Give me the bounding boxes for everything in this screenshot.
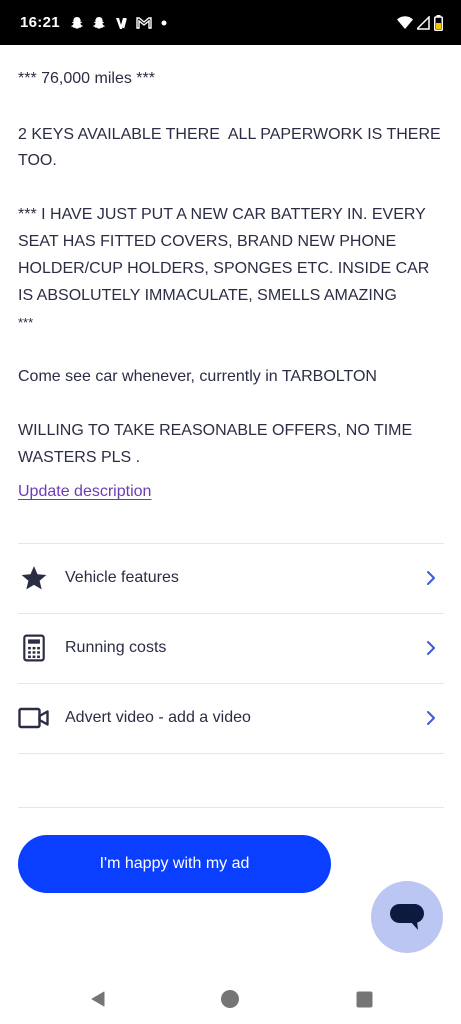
description-line: 2 KEYS AVAILABLE THERE ALL PAPERWORK IS …: [18, 126, 441, 143]
description-line: WASTERS PLS .: [18, 449, 141, 466]
description-line: TOO.: [18, 152, 57, 169]
description-line: ***: [18, 315, 34, 330]
wifi-icon: [397, 15, 413, 29]
back-icon: [91, 991, 105, 1007]
cell-signal-icon: [417, 15, 430, 30]
description-line: Come see car whenever, currently in TARB…: [18, 368, 377, 385]
dot-icon: [161, 20, 167, 25]
gmail-icon: [136, 17, 152, 29]
snapchat-icon: [92, 16, 105, 29]
system-nav-bar: [0, 970, 461, 1024]
advert-video-row[interactable]: Advert video - add a video: [18, 683, 444, 753]
recents-button[interactable]: [352, 987, 376, 1011]
system-icons: [397, 14, 443, 31]
description-line: *** 76,000 miles ***: [18, 70, 155, 87]
recents-icon: [356, 991, 372, 1007]
divider: [18, 807, 444, 808]
status-time: 16:21: [20, 14, 60, 31]
description-line: SEAT HAS FITTED COVERS, BRAND NEW PHONE: [18, 233, 397, 250]
calculator-icon: [18, 632, 50, 664]
chat-bubble-icon: [390, 904, 424, 930]
v-app-icon: [115, 17, 127, 29]
running-costs-label: Running costs: [65, 639, 167, 656]
chevron-right-icon: [422, 709, 440, 727]
description-line: IS ABSOLUTELY IMMACULATE, SMELLS AMAZING: [18, 287, 397, 304]
chevron-right-icon: [422, 639, 440, 657]
video-camera-icon: [18, 702, 50, 734]
happy-with-ad-button[interactable]: I'm happy with my ad: [18, 835, 331, 893]
divider: [18, 753, 444, 754]
vehicle-features-row[interactable]: Vehicle features: [18, 543, 444, 613]
description-line: HOLDER/CUP HOLDERS, SPONGES ETC. INSIDE …: [18, 260, 430, 277]
running-costs-row[interactable]: Running costs: [18, 613, 444, 683]
status-bar: 16:21: [0, 0, 461, 45]
description-line: WILLING TO TAKE REASONABLE OFFERS, NO TI…: [18, 422, 413, 439]
update-description-link[interactable]: Update description: [18, 483, 151, 501]
notification-icons: [70, 16, 168, 30]
chevron-right-icon: [422, 569, 440, 587]
vehicle-features-label: Vehicle features: [65, 569, 179, 586]
home-icon: [221, 990, 239, 1008]
star-icon: [18, 562, 50, 594]
snapchat-icon: [70, 16, 83, 29]
back-button[interactable]: [86, 987, 110, 1011]
description-line: *** I HAVE JUST PUT A NEW CAR BATTERY IN…: [18, 206, 426, 223]
chat-button[interactable]: [371, 881, 443, 953]
battery-icon: [434, 14, 443, 31]
home-button[interactable]: [218, 987, 242, 1011]
advert-video-label: Advert video - add a video: [65, 709, 251, 726]
